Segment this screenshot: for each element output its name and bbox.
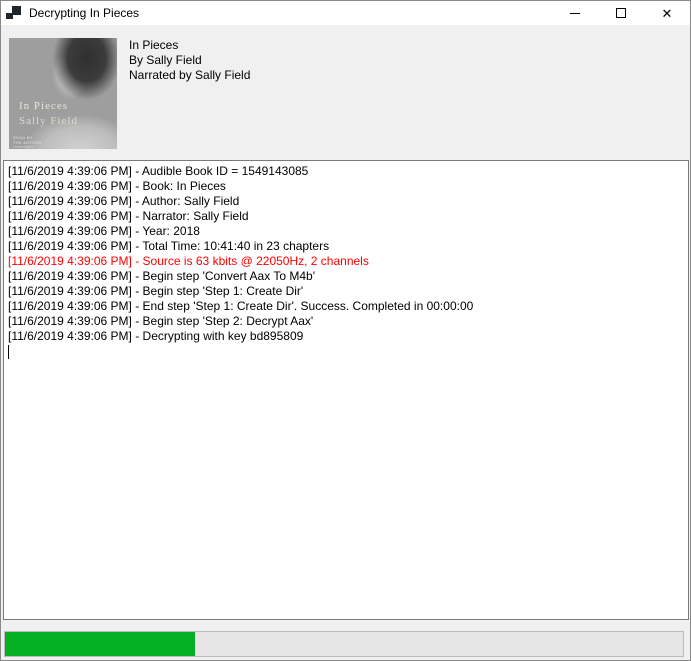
log-line: [11/6/2019 4:39:06 PM] - End step 'Step …	[8, 299, 684, 314]
log-textbox[interactable]: [11/6/2019 4:39:06 PM] - Audible Book ID…	[3, 160, 689, 620]
text-caret	[8, 345, 9, 359]
minimize-button[interactable]	[552, 1, 598, 25]
progress-bar	[4, 631, 684, 657]
log-line: [11/6/2019 4:39:06 PM] - Narrator: Sally…	[8, 209, 684, 224]
log-line: [11/6/2019 4:39:06 PM] - Year: 2018	[8, 224, 684, 239]
maximize-icon	[616, 8, 626, 18]
client-area: In Pieces Sally Field READ BY THE AUTHOR…	[1, 25, 690, 660]
window-title: Decrypting In Pieces	[29, 6, 552, 20]
maximize-button[interactable]	[598, 1, 644, 25]
progress-bar-fill	[5, 632, 195, 656]
book-narrator-line: Narrated by Sally Field	[129, 68, 250, 83]
title-bar[interactable]: Decrypting In Pieces ✕	[1, 1, 690, 25]
log-line: [11/6/2019 4:39:06 PM] - Begin step 'Ste…	[8, 314, 684, 329]
cover-title-text: In Pieces	[19, 100, 68, 112]
log-line: [11/6/2019 4:39:06 PM] - Begin step 'Con…	[8, 269, 684, 284]
app-window: Decrypting In Pieces ✕ In Pieces Sally F…	[0, 0, 691, 661]
book-author-line: By Sally Field	[129, 53, 250, 68]
log-line: [11/6/2019 4:39:06 PM] - Book: In Pieces	[8, 179, 684, 194]
book-info: In Pieces By Sally Field Narrated by Sal…	[129, 38, 250, 83]
cover-author-text: Sally Field	[19, 115, 78, 127]
log-line: [11/6/2019 4:39:06 PM] - Author: Sally F…	[8, 194, 684, 209]
log-line: [11/6/2019 4:39:06 PM] - Decrypting with…	[8, 329, 684, 344]
log-line-error: [11/6/2019 4:39:06 PM] - Source is 63 kb…	[8, 254, 684, 269]
log-line: [11/6/2019 4:39:06 PM] - Total Time: 10:…	[8, 239, 684, 254]
log-line: [11/6/2019 4:39:06 PM] - Begin step 'Ste…	[8, 284, 684, 299]
book-title: In Pieces	[129, 38, 250, 53]
cover-unabridged-text: Unabridged	[13, 144, 34, 149]
app-icon	[6, 5, 22, 21]
book-cover-image: In Pieces Sally Field READ BY THE AUTHOR…	[9, 38, 117, 149]
close-button[interactable]: ✕	[644, 1, 690, 25]
log-line: [11/6/2019 4:39:06 PM] - Audible Book ID…	[8, 164, 684, 179]
close-icon: ✕	[662, 7, 673, 20]
minimize-icon	[570, 13, 580, 14]
